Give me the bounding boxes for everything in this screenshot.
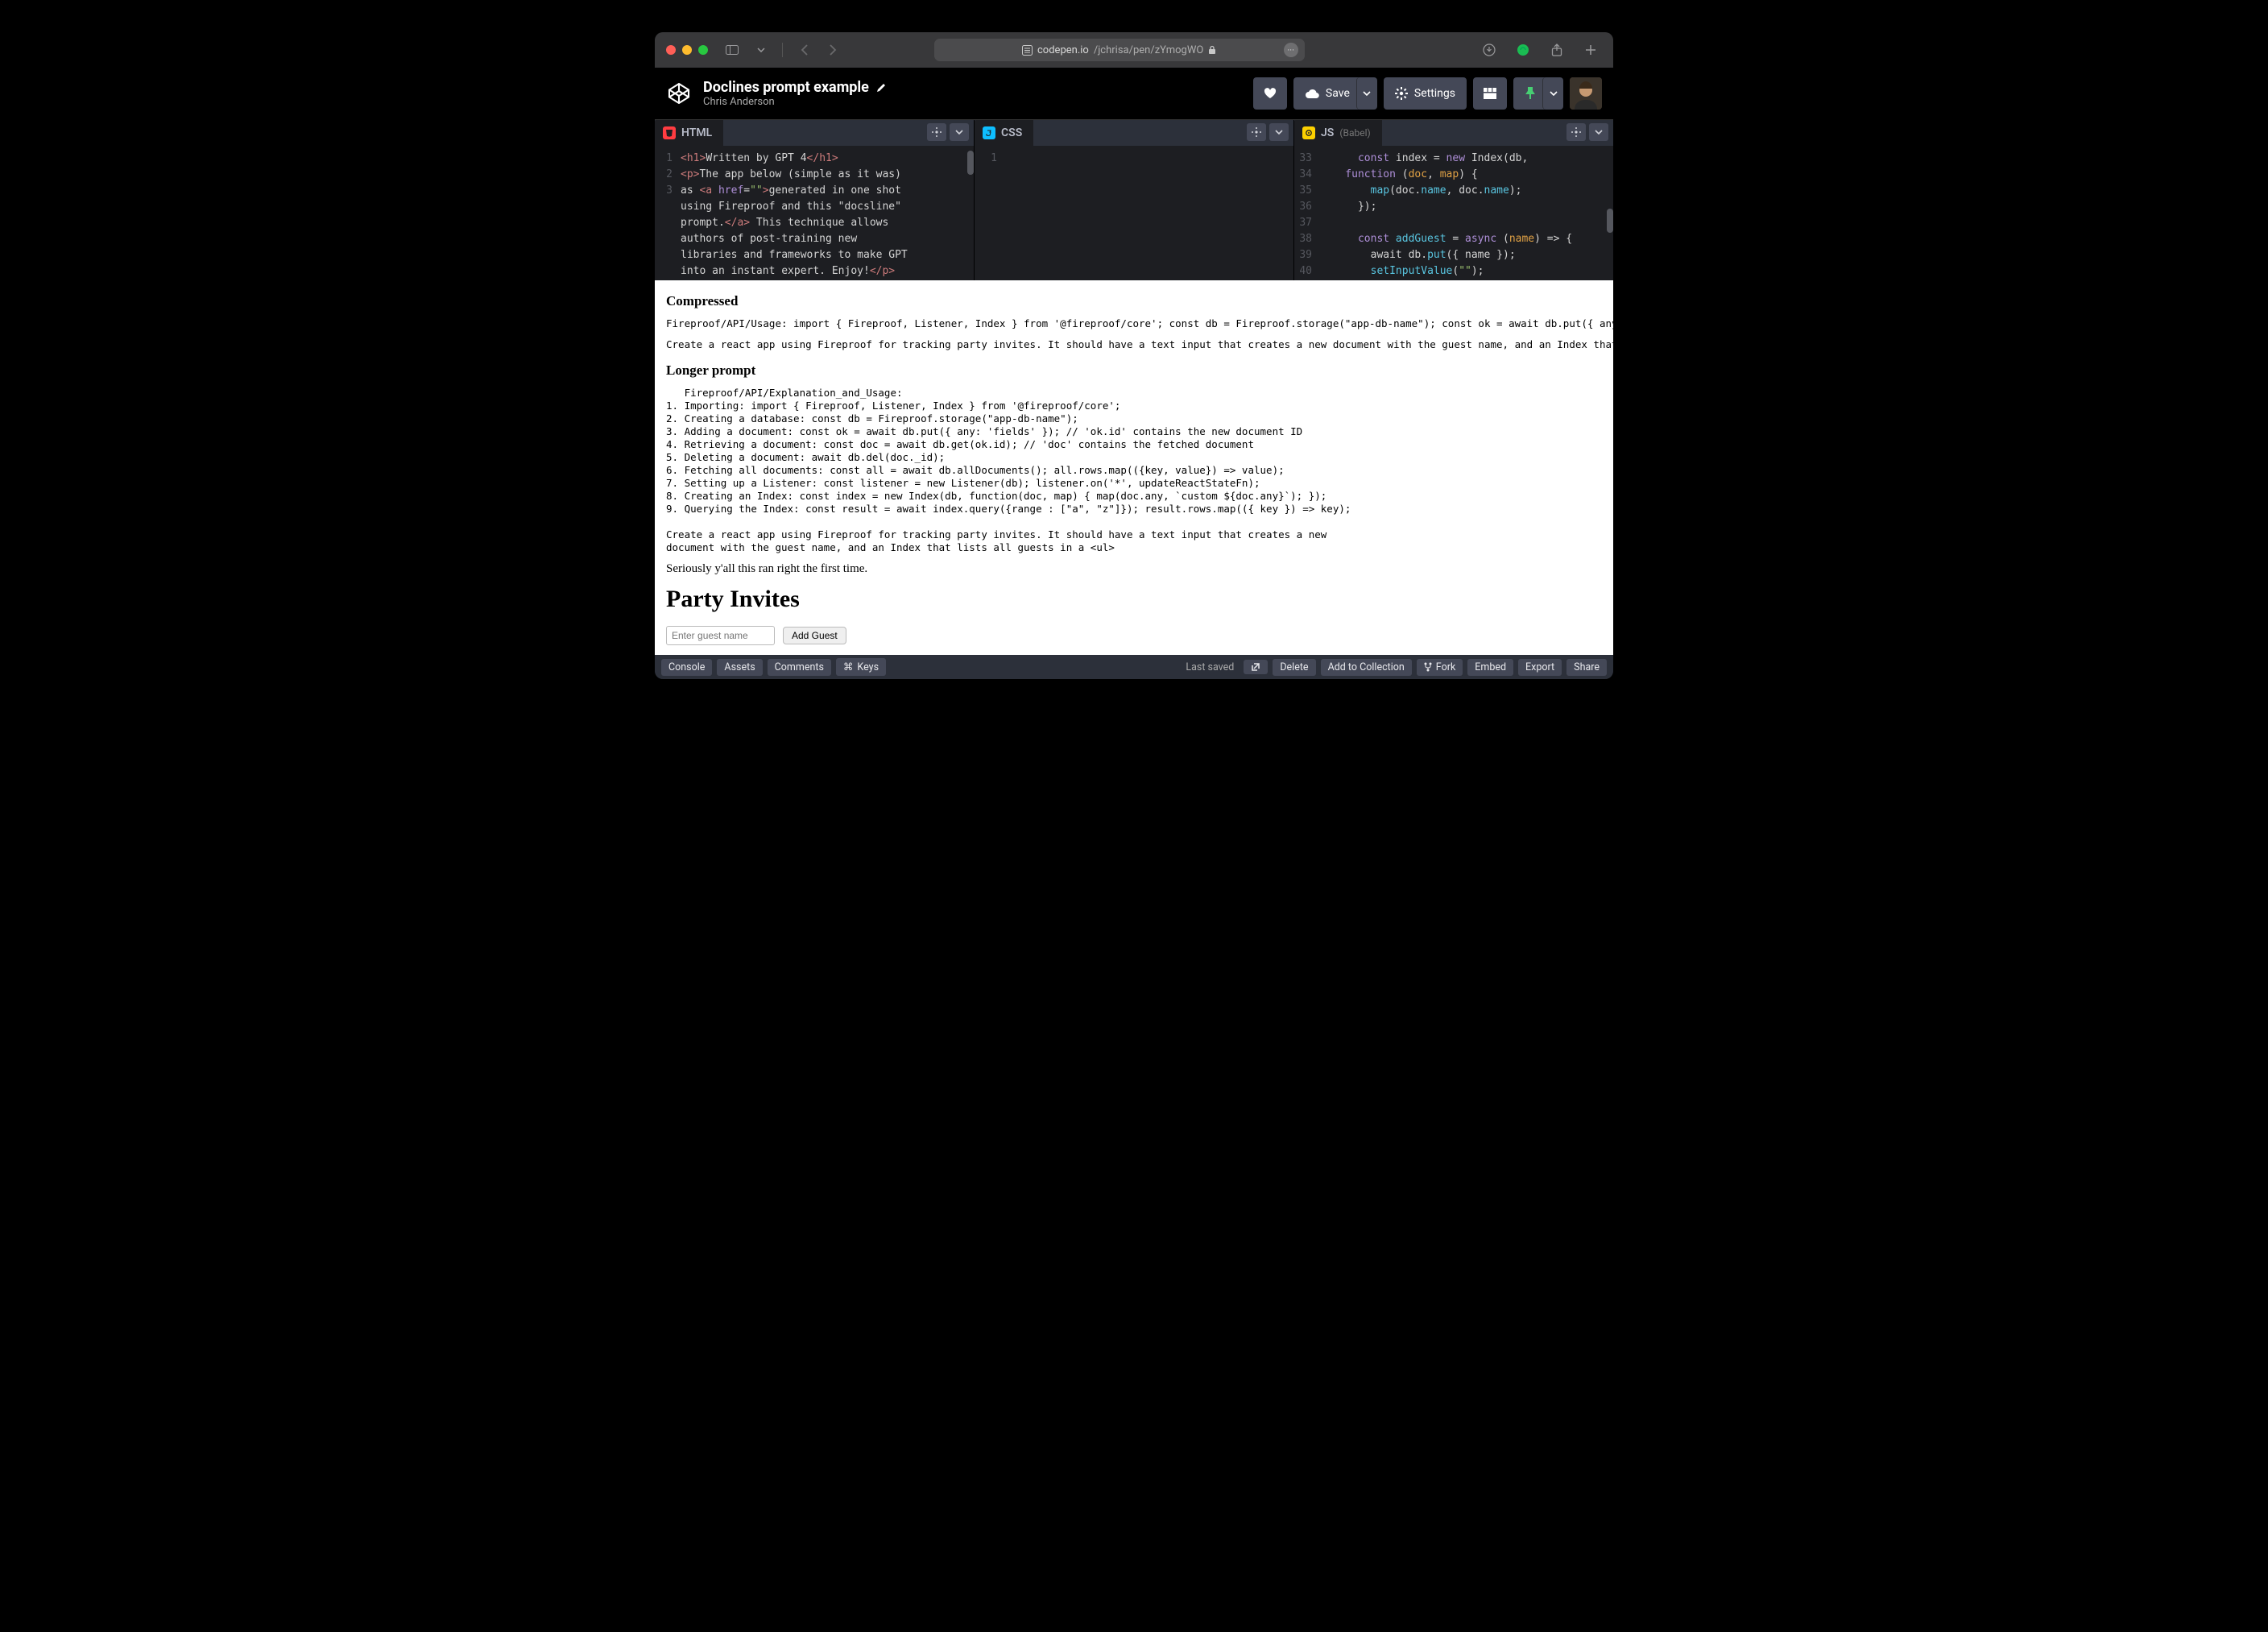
compressed-line-1: Fireproof/API/Usage: import { Fireproof,… bbox=[666, 317, 1602, 330]
shortcuts-button[interactable]: ⌘Keys bbox=[836, 658, 886, 676]
command-icon: ⌘ bbox=[843, 661, 854, 673]
site-settings-icon bbox=[1022, 45, 1033, 56]
preview-pane[interactable]: Compressed Fireproof/API/Usage: import {… bbox=[655, 280, 1613, 655]
html-panel: HTML 1 2 3 <h1>Written by GPT 4</h1> <p>… bbox=[655, 120, 975, 280]
html-collapse-icon[interactable] bbox=[950, 123, 969, 141]
html-lang-icon bbox=[663, 126, 676, 139]
html-tab[interactable]: HTML bbox=[655, 120, 723, 146]
export-button[interactable]: Export bbox=[1518, 659, 1562, 676]
html-gutter: 1 2 3 bbox=[655, 146, 677, 280]
forward-button[interactable] bbox=[822, 40, 844, 60]
share-button[interactable]: Share bbox=[1566, 659, 1607, 676]
extension-icon[interactable] bbox=[1512, 40, 1534, 60]
browser-toolbar: codepen.io/jchrisa/pen/zYmogWO ··· bbox=[655, 32, 1613, 68]
edit-title-icon[interactable] bbox=[875, 82, 887, 93]
save-dropdown[interactable] bbox=[1356, 77, 1377, 110]
pen-title[interactable]: Doclines prompt example bbox=[703, 79, 869, 96]
scrollbar-thumb[interactable] bbox=[1607, 209, 1613, 233]
fork-icon bbox=[1424, 662, 1432, 672]
pen-author[interactable]: Chris Anderson bbox=[703, 96, 887, 108]
js-code: const index = new Index(db, function (do… bbox=[1317, 146, 1613, 280]
console-button[interactable]: Console bbox=[661, 659, 712, 676]
js-tab[interactable]: JS (Babel) bbox=[1294, 120, 1382, 146]
css-editor[interactable]: 1 bbox=[975, 146, 1293, 280]
delete-button[interactable]: Delete bbox=[1273, 659, 1315, 676]
html-tab-label: HTML bbox=[681, 126, 712, 139]
css-tab[interactable]: CSS bbox=[975, 120, 1033, 146]
close-window-button[interactable] bbox=[666, 45, 676, 55]
js-panel: JS (Babel) 33 34 35 36 37 38 39 40 const… bbox=[1294, 120, 1613, 280]
divider bbox=[782, 43, 783, 57]
js-tab-sublabel: (Babel) bbox=[1339, 127, 1370, 139]
css-collapse-icon[interactable] bbox=[1269, 123, 1289, 141]
codepen-header: Doclines prompt example Chris Anderson S… bbox=[655, 68, 1613, 119]
html-code: <h1>Written by GPT 4</h1> <p>The app bel… bbox=[677, 146, 974, 280]
fork-button[interactable]: Fork bbox=[1417, 659, 1463, 676]
embed-button[interactable]: Embed bbox=[1467, 659, 1513, 676]
settings-label: Settings bbox=[1414, 87, 1455, 100]
maximize-window-button[interactable] bbox=[698, 45, 708, 55]
css-gutter: 1 bbox=[975, 146, 997, 280]
lock-icon bbox=[1208, 45, 1216, 55]
css-settings-icon[interactable] bbox=[1247, 123, 1266, 141]
editors-row: HTML 1 2 3 <h1>Written by GPT 4</h1> <p>… bbox=[655, 119, 1613, 280]
heading-compressed: Compressed bbox=[666, 293, 1602, 309]
party-invites-heading: Party Invites bbox=[666, 586, 1602, 613]
css-code bbox=[997, 146, 1293, 280]
js-editor[interactable]: 33 34 35 36 37 38 39 40 const index = ne… bbox=[1294, 146, 1613, 280]
js-collapse-icon[interactable] bbox=[1589, 123, 1608, 141]
reader-menu-icon[interactable]: ··· bbox=[1284, 43, 1298, 57]
last-saved-label: Last saved bbox=[1186, 661, 1234, 673]
footer-bar: Console Assets Comments ⌘Keys Last saved… bbox=[655, 655, 1613, 679]
js-lang-icon bbox=[1302, 126, 1315, 139]
sidebar-toggle-icon[interactable] bbox=[721, 40, 743, 60]
seriously-text: Seriously y'all this ran right the first… bbox=[666, 562, 1602, 576]
add-guest-button[interactable]: Add Guest bbox=[783, 627, 846, 644]
heading-longer: Longer prompt bbox=[666, 362, 1602, 379]
open-external-button[interactable] bbox=[1244, 660, 1268, 674]
share-icon[interactable] bbox=[1546, 40, 1568, 60]
like-button[interactable] bbox=[1253, 77, 1287, 110]
comments-button[interactable]: Comments bbox=[768, 659, 831, 676]
new-tab-icon[interactable] bbox=[1579, 40, 1602, 60]
codepen-logo-icon[interactable] bbox=[666, 81, 692, 106]
save-label: Save bbox=[1326, 87, 1350, 100]
js-gutter: 33 34 35 36 37 38 39 40 bbox=[1294, 146, 1317, 280]
url-path: /jchrisa/pen/zYmogWO bbox=[1094, 44, 1203, 56]
scrollbar-thumb[interactable] bbox=[967, 151, 974, 175]
minimize-window-button[interactable] bbox=[682, 45, 692, 55]
url-host: codepen.io bbox=[1037, 44, 1089, 56]
tabs-dropdown-icon[interactable] bbox=[750, 40, 772, 60]
assets-button[interactable]: Assets bbox=[717, 659, 762, 676]
app-window: codepen.io/jchrisa/pen/zYmogWO ··· bbox=[655, 32, 1613, 679]
back-button[interactable] bbox=[793, 40, 815, 60]
add-collection-button[interactable]: Add to Collection bbox=[1321, 659, 1412, 676]
css-panel: CSS 1 bbox=[975, 120, 1294, 280]
user-avatar[interactable] bbox=[1570, 77, 1602, 110]
gear-icon bbox=[1395, 87, 1408, 100]
css-tab-label: CSS bbox=[1001, 126, 1022, 139]
layout-button[interactable] bbox=[1473, 77, 1507, 110]
js-tab-label: JS bbox=[1321, 126, 1334, 139]
pin-dropdown[interactable] bbox=[1542, 77, 1563, 110]
window-controls bbox=[666, 45, 708, 55]
html-settings-icon[interactable] bbox=[927, 123, 946, 141]
guest-name-input[interactable] bbox=[666, 626, 775, 645]
save-button[interactable]: Save bbox=[1293, 77, 1361, 110]
compressed-line-2: Create a react app using Fireproof for t… bbox=[666, 338, 1602, 351]
downloads-icon[interactable] bbox=[1478, 40, 1500, 60]
settings-button[interactable]: Settings bbox=[1384, 77, 1467, 110]
html-editor[interactable]: 1 2 3 <h1>Written by GPT 4</h1> <p>The a… bbox=[655, 146, 974, 280]
longer-block: Fireproof/API/Explanation_and_Usage: 1. … bbox=[666, 387, 1602, 554]
cloud-icon bbox=[1305, 89, 1319, 99]
js-settings-icon[interactable] bbox=[1566, 123, 1586, 141]
css-lang-icon bbox=[983, 126, 995, 139]
address-bar[interactable]: codepen.io/jchrisa/pen/zYmogWO ··· bbox=[934, 39, 1305, 61]
